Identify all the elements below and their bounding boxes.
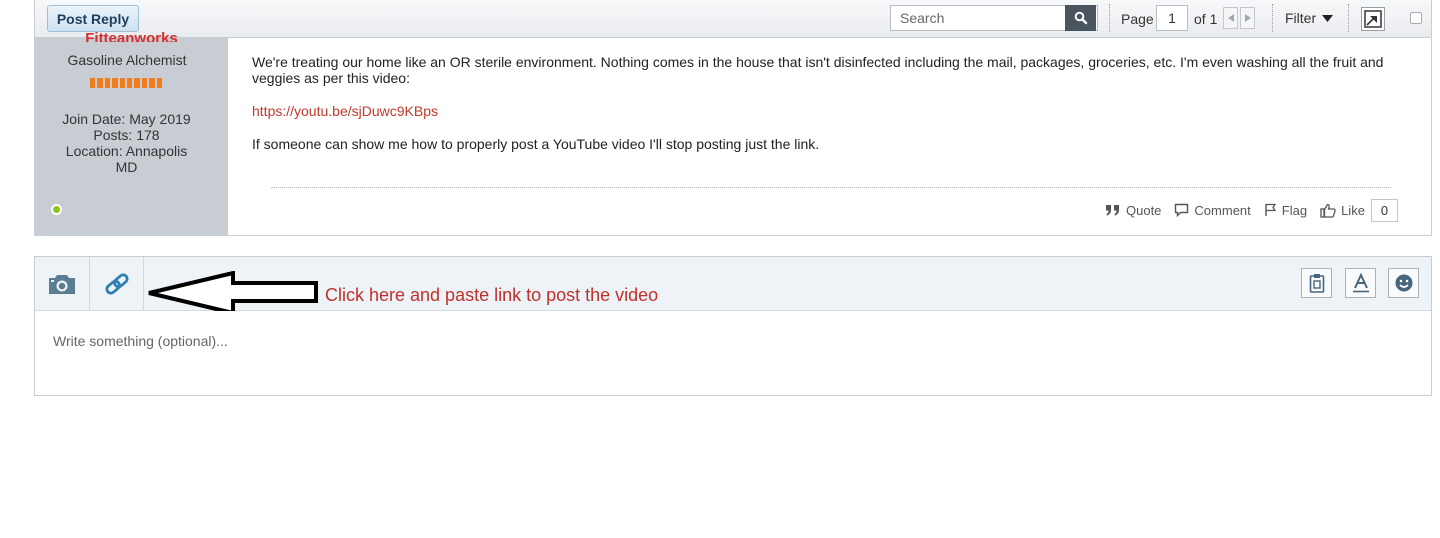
flag-label: Flag — [1281, 202, 1308, 218]
insert-photo-button[interactable] — [35, 257, 89, 310]
post-actions: Quote Comment Flag Like 0 — [1105, 198, 1398, 222]
forum-post: Fitteanworks Gasoline Alchemist Join Dat… — [34, 30, 1432, 236]
location-line-2: MD — [115, 159, 138, 175]
annotation-text: Click here and paste link to post the vi… — [325, 285, 659, 305]
comment-icon — [1175, 203, 1189, 217]
text-format-button[interactable] — [1345, 268, 1376, 298]
author-rank: Gasoline Alchemist — [67, 52, 187, 68]
author-panel: Fitteanworks Gasoline Alchemist Join Dat… — [35, 30, 228, 235]
chevron-left-icon — [1227, 14, 1234, 22]
prev-page-button[interactable] — [1223, 7, 1238, 29]
select-checkbox[interactable] — [1410, 12, 1422, 24]
expand-view-button[interactable] — [1361, 7, 1385, 31]
author-meta: Join Date: May 2019 Posts: 178 Location:… — [35, 111, 218, 175]
reply-toolbar: Click here and paste link to post the vi… — [35, 257, 1431, 315]
author-name[interactable]: Fitteanworks — [35, 30, 228, 42]
location-line-1: Location: Annapolis — [65, 143, 188, 159]
toolbar-divider — [1348, 4, 1349, 32]
like-button[interactable]: Like — [1320, 203, 1365, 218]
join-date: Join Date: May 2019 — [62, 111, 191, 127]
thumbs-up-icon — [1320, 203, 1336, 218]
post-divider — [271, 187, 1391, 188]
font-format-icon — [1352, 273, 1369, 293]
chevron-right-icon — [1244, 14, 1251, 22]
annotation-arrow-icon — [148, 271, 318, 315]
quote-icon — [1106, 205, 1119, 216]
search-button[interactable] — [1065, 5, 1096, 31]
page-label: Page — [1121, 11, 1154, 27]
reply-textarea[interactable] — [35, 311, 1431, 395]
online-status-indicator — [51, 204, 62, 215]
reply-editor: Click here and paste link to post the vi… — [34, 256, 1432, 396]
flag-icon — [1265, 203, 1276, 216]
clipboard-icon — [1309, 274, 1324, 293]
flag-button[interactable]: Flag — [1264, 203, 1307, 218]
post-paragraph: If someone can show me how to properly p… — [252, 136, 820, 152]
like-count: 0 — [1370, 198, 1398, 222]
toolbar-divider — [1109, 4, 1110, 32]
search-input[interactable] — [891, 6, 1079, 30]
next-page-button[interactable] — [1240, 7, 1255, 29]
caret-down-icon — [1322, 14, 1334, 22]
emoji-button[interactable] — [1388, 268, 1419, 298]
rank-bar — [90, 78, 163, 88]
youtube-link[interactable]: https://youtu.be/sjDuwc9KBps — [252, 103, 438, 119]
topic-toolbar: Post Reply Page 1 of 1 Filter — [34, 0, 1432, 38]
comment-button[interactable]: Comment — [1174, 202, 1251, 218]
quote-label: Quote — [1126, 202, 1162, 218]
camera-icon — [49, 274, 75, 294]
insert-link-button[interactable] — [90, 257, 144, 310]
smiley-icon — [1395, 274, 1412, 292]
toolbar-divider — [143, 257, 144, 310]
post-content: We're treating our home like an OR steri… — [252, 54, 1412, 169]
filter-label: Filter — [1285, 10, 1317, 26]
comment-label: Comment — [1194, 202, 1251, 218]
post-count: Posts: 178 — [93, 127, 160, 143]
search-icon — [1074, 11, 1087, 25]
page-number-input[interactable]: 1 — [1156, 5, 1188, 31]
filter-button[interactable]: Filter — [1285, 10, 1334, 26]
page-of-label: of 1 — [1194, 11, 1218, 27]
expand-icon — [1364, 10, 1382, 28]
toolbar-divider — [1272, 4, 1273, 32]
link-icon — [105, 272, 129, 295]
quote-button[interactable]: Quote — [1105, 203, 1161, 218]
like-label: Like — [1341, 202, 1365, 218]
post-reply-button[interactable]: Post Reply — [47, 5, 139, 32]
paste-button[interactable] — [1301, 268, 1332, 298]
post-paragraph: We're treating our home like an OR steri… — [252, 54, 1384, 86]
